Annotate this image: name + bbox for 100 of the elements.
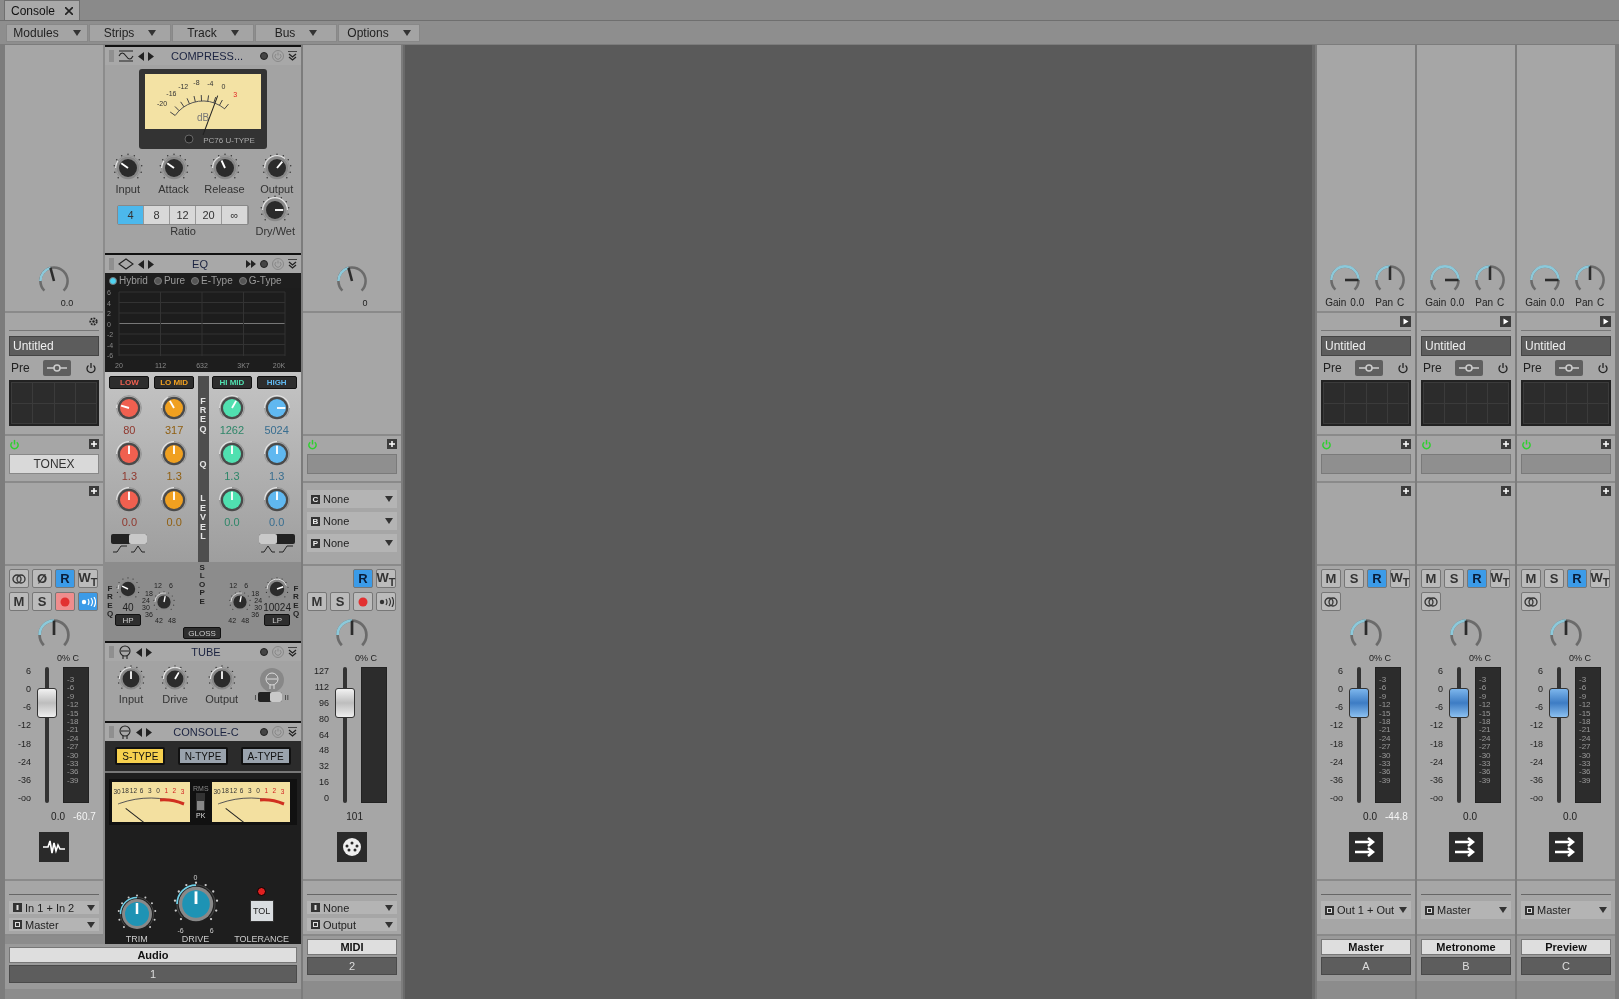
toggle-button[interactable]: R: [1367, 569, 1387, 588]
dropdown[interactable]: B None: [307, 512, 397, 530]
band-button[interactable]: LOW: [109, 376, 150, 389]
menu-button[interactable]: Modules: [6, 23, 88, 42]
preset-field[interactable]: Untitled: [9, 336, 99, 356]
menu-button[interactable]: Options: [338, 23, 420, 42]
play-icon[interactable]: [1500, 316, 1511, 327]
menu-icon[interactable]: [288, 647, 297, 657]
routing-button[interactable]: [1355, 360, 1384, 376]
play-icon[interactable]: [1400, 316, 1411, 327]
menu-icon[interactable]: [288, 51, 297, 61]
arrow-right-icon[interactable]: [148, 51, 154, 61]
plus-icon[interactable]: [1501, 486, 1511, 496]
plus-icon[interactable]: [1501, 439, 1511, 449]
close-icon[interactable]: [65, 6, 74, 15]
arrow-right-icon[interactable]: [148, 259, 154, 269]
mode-radio[interactable]: G-Type: [238, 275, 282, 286]
band-button[interactable]: HIGH: [256, 376, 297, 389]
toggle-button[interactable]: M: [307, 592, 327, 611]
toggle-switch[interactable]: [258, 692, 283, 702]
fader-handle[interactable]: [1349, 688, 1369, 719]
knob[interactable]: [229, 590, 252, 613]
toggle-button[interactable]: W$_{T}$: [1390, 569, 1410, 588]
dropdown[interactable]: None: [307, 901, 397, 914]
toggle-button[interactable]: R: [55, 569, 75, 588]
shape-switch[interactable]: [111, 534, 148, 544]
mode-radio[interactable]: Hybrid: [109, 275, 148, 286]
settings-icon[interactable]: [88, 316, 99, 327]
toggle-button[interactable]: M: [1321, 569, 1341, 588]
routing-button[interactable]: [43, 360, 72, 376]
routing-button[interactable]: [1455, 360, 1484, 376]
grip-icon[interactable]: [109, 646, 114, 658]
strip-name[interactable]: Preview: [1521, 939, 1611, 955]
dropdown[interactable]: C None: [307, 490, 397, 508]
tolerance-button[interactable]: TOL: [249, 900, 274, 922]
toggle-button[interactable]: W$_{T}$: [1590, 569, 1610, 588]
filter-button[interactable]: LP: [264, 614, 291, 626]
stereo-link-button[interactable]: [1521, 592, 1541, 611]
type-button[interactable]: A-TYPE: [240, 747, 291, 765]
arrow-right-icon[interactable]: [146, 727, 152, 737]
dropdown[interactable]: Output: [307, 918, 397, 931]
arrow-left-icon[interactable]: [136, 727, 142, 737]
toggle-button[interactable]: R: [1467, 569, 1487, 588]
console-tab[interactable]: Console: [4, 0, 81, 20]
strip-name[interactable]: Metronome: [1421, 939, 1511, 955]
power-icon[interactable]: [1397, 362, 1409, 374]
toggle-button[interactable]: W$_{T}$: [1490, 569, 1510, 588]
dropdown[interactable]: Master: [1421, 901, 1511, 919]
plus-icon[interactable]: [1401, 486, 1411, 496]
preset-field[interactable]: Untitled: [1521, 336, 1611, 356]
arrow-left-icon[interactable]: [138, 259, 144, 269]
type-button[interactable]: N-TYPE: [178, 747, 228, 765]
monitor-button[interactable]: [376, 592, 396, 611]
preset-field[interactable]: Untitled: [1321, 336, 1411, 356]
dropdown[interactable]: Master: [9, 918, 99, 931]
toggle-button[interactable]: W$_{T}$: [376, 569, 396, 588]
routing-button[interactable]: [1555, 360, 1584, 376]
ratio-button[interactable]: 12: [170, 206, 196, 224]
knob[interactable]: [153, 590, 175, 613]
toggle-button[interactable]: W$_{T}$: [78, 569, 98, 588]
fast-forward-icon[interactable]: [246, 260, 256, 268]
plus-icon[interactable]: [89, 439, 99, 449]
instrument-slot[interactable]: TONEX: [9, 454, 99, 474]
plus-icon[interactable]: [387, 439, 397, 449]
menu-button[interactable]: Track: [172, 23, 254, 42]
band-button[interactable]: LO MID: [154, 376, 195, 389]
plus-icon[interactable]: [1601, 486, 1611, 496]
mode-radio[interactable]: E-Type: [191, 275, 233, 286]
fader-handle[interactable]: [335, 688, 355, 719]
arrow-right-icon[interactable]: [146, 647, 152, 657]
strip-name[interactable]: Audio: [9, 947, 297, 963]
dropdown[interactable]: P None: [307, 534, 397, 552]
strip-name[interactable]: MIDI: [307, 939, 397, 955]
mode-switch[interactable]: [196, 793, 206, 811]
waveform-icon[interactable]: [39, 832, 69, 862]
play-icon[interactable]: [1600, 316, 1611, 327]
toggle-button[interactable]: S: [32, 592, 52, 611]
grip-icon[interactable]: [109, 50, 114, 62]
ratio-button[interactable]: 8: [144, 206, 170, 224]
plus-icon[interactable]: [89, 486, 99, 496]
menu-icon[interactable]: [288, 259, 297, 269]
plus-icon[interactable]: [1601, 439, 1611, 449]
toggle-button[interactable]: S: [1544, 569, 1564, 588]
menu-icon[interactable]: [288, 727, 297, 737]
toggle-button[interactable]: M: [1521, 569, 1541, 588]
gloss-button[interactable]: GLOSS: [183, 627, 221, 639]
type-button[interactable]: S-TYPE: [115, 747, 166, 765]
stereo-link-button[interactable]: [1321, 592, 1341, 611]
filter-button[interactable]: HP: [115, 614, 141, 626]
shape-switch[interactable]: [258, 534, 295, 544]
plus-icon[interactable]: [1401, 439, 1411, 449]
mode-radio[interactable]: Pure: [153, 275, 186, 286]
band-button[interactable]: HI MID: [211, 376, 252, 389]
fader-handle[interactable]: [1549, 688, 1569, 719]
arrow-left-icon[interactable]: [138, 51, 144, 61]
grip-icon[interactable]: [109, 258, 114, 270]
monitor-button[interactable]: [78, 592, 98, 611]
fader-handle[interactable]: [1449, 688, 1469, 719]
toggle-button[interactable]: R: [353, 569, 373, 588]
power-icon[interactable]: [1597, 362, 1609, 374]
